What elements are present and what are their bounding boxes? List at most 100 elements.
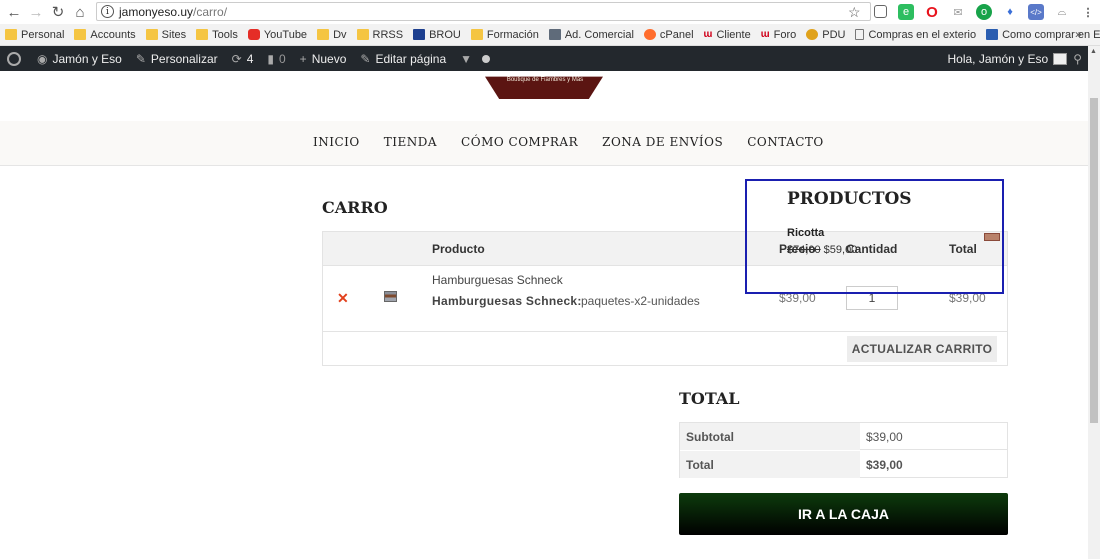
w-icon: ɯ <box>760 29 770 40</box>
reload-icon[interactable]: ↻ <box>47 1 69 23</box>
nav-inicio[interactable]: INICIO <box>313 135 360 149</box>
extension-opera-icon[interactable]: O <box>924 4 940 21</box>
plus-icon: + <box>299 51 307 66</box>
subtotal-label: Subtotal <box>680 423 860 450</box>
status-dot-icon <box>482 54 491 63</box>
nav-zona-envios[interactable]: ZONA DE ENVÍOS <box>602 135 723 149</box>
bookmark-cliente[interactable]: ɯ Cliente <box>704 29 751 41</box>
nav-tienda[interactable]: TIENDA <box>384 135 437 149</box>
total-value: $39,00 <box>866 458 903 472</box>
brou-icon <box>413 29 426 40</box>
extension-cast-icon[interactable] <box>874 5 887 18</box>
browser-menu-icon[interactable]: ⋮ <box>1080 4 1096 20</box>
updates-icon: ⟳ <box>231 51 242 66</box>
extension-mail-icon[interactable]: ✉ <box>950 4 966 20</box>
wp-logo-icon[interactable] <box>7 51 21 66</box>
pencil-icon: ✎ <box>360 51 371 66</box>
address-bar[interactable]: i jamonyeso.uy/carro/ <box>96 2 871 21</box>
nav-como-comprar[interactable]: CÓMO COMPRAR <box>461 135 578 149</box>
bookmark-personal[interactable]: Personal <box>5 29 64 41</box>
bookmark-formacion[interactable]: Formación <box>470 29 539 41</box>
total-label: Total <box>680 451 860 478</box>
bookmark-brou[interactable]: BROU <box>413 29 461 41</box>
url-path: /carro/ <box>193 4 228 19</box>
bookmark-compras[interactable]: Compras en el exterio <box>855 29 976 41</box>
extension-code-icon[interactable]: </> <box>1028 4 1044 20</box>
wp-comments[interactable]: ▮ 0 <box>267 52 285 66</box>
product-thumbnail[interactable] <box>384 291 397 302</box>
brush-icon: ✎ <box>135 51 146 66</box>
app-icon <box>548 29 561 40</box>
extension-tray-icon[interactable]: ⌓ <box>1054 4 1070 20</box>
site-logo[interactable] <box>485 76 603 99</box>
comment-icon: ▮ <box>267 51 274 66</box>
logo-tagline: Boutique de Fiambres y Más <box>506 77 584 83</box>
back-icon[interactable]: ← <box>3 1 25 23</box>
bookmark-youtube[interactable]: YouTube <box>247 29 307 41</box>
folder-icon <box>74 29 87 40</box>
wp-site-name[interactable]: ◉ Jamón y Eso <box>37 52 122 66</box>
widget-new-price: $59,00 <box>823 244 858 256</box>
folder-icon <box>145 29 158 40</box>
wp-customize[interactable]: ✎ Personalizar <box>136 52 218 66</box>
widget-product-name[interactable]: Ricotta <box>787 227 824 239</box>
scroll-up-icon[interactable]: ▲ <box>1090 48 1097 55</box>
product-name-link[interactable]: Hamburguesas Schneck <box>432 273 563 287</box>
bookmark-dv[interactable]: Dv <box>317 29 347 41</box>
remove-item-icon[interactable]: ✕ <box>337 290 349 307</box>
bookmarks-bar: Personal Accounts Sites Tools YouTube Dv… <box>0 24 1100 46</box>
products-widget: PRODUCTOS Ricotta $74,00 $59,00 <box>745 179 1004 294</box>
pdu-icon <box>806 29 819 40</box>
widget-product-price: $74,00 $59,00 <box>787 244 857 256</box>
scrollbar-thumb[interactable] <box>1090 98 1098 423</box>
variation-label: Hamburguesas Schneck: <box>432 294 582 308</box>
bookmark-sites[interactable]: Sites <box>145 29 186 41</box>
row-divider <box>323 331 1007 332</box>
widget-title: PRODUCTOS <box>787 189 912 209</box>
extension-green-icon[interactable]: o <box>976 4 992 20</box>
search-icon[interactable]: ⚲ <box>1073 52 1082 66</box>
w-icon: ɯ <box>703 29 713 40</box>
forward-icon[interactable]: → <box>25 1 47 23</box>
star-icon[interactable]: ☆ <box>848 4 861 21</box>
subtotal-value: $39,00 <box>866 430 903 444</box>
site-header: Boutique de Fiambres y Más <box>0 71 1088 166</box>
bookmark-tools[interactable]: Tools <box>196 29 238 41</box>
nav-contacto[interactable]: CONTACTO <box>747 135 824 149</box>
bookmark-foro[interactable]: ɯ Foro <box>761 29 797 41</box>
avatar <box>1053 52 1068 65</box>
totals-table: Subtotal $39,00 Total $39,00 <box>679 422 1008 478</box>
bookmark-como-comprar[interactable]: Como comprar en Eb <box>986 29 1100 41</box>
wp-admin-bar: ◉ Jamón y Eso ✎ Personalizar ⟳ 4 ▮ 0 + Nuevo … <box>0 46 1088 71</box>
wp-new[interactable]: + Nuevo <box>300 52 347 66</box>
info-icon[interactable]: i <box>101 5 114 18</box>
bookmark-pdu[interactable]: PDU <box>806 29 845 41</box>
update-cart-button[interactable]: ACTUALIZAR CARRITO <box>847 336 997 362</box>
youtube-icon <box>247 29 260 40</box>
page-title: CARRO <box>322 198 388 217</box>
folder-icon <box>470 29 483 40</box>
page-icon <box>855 29 865 40</box>
bookmarks-more-icon[interactable]: » <box>1075 27 1082 41</box>
extension-bell-icon[interactable]: ♦ <box>1002 4 1018 20</box>
variation-value: paquetes-x2-unidades <box>581 294 700 308</box>
bookmark-cpanel[interactable]: cPanel <box>643 29 694 41</box>
yoast-icon[interactable]: ▼ <box>460 52 472 66</box>
bookmark-ad-comercial[interactable]: Ad. Comercial <box>548 29 634 41</box>
extension-evernote-icon[interactable]: e <box>898 4 914 20</box>
bookmark-accounts[interactable]: Accounts <box>74 29 136 41</box>
checkout-button[interactable]: IR A LA CAJA <box>679 493 1008 535</box>
wp-updates[interactable]: ⟳ 4 <box>232 52 254 66</box>
home-icon[interactable]: ⌂ <box>69 1 91 23</box>
wp-edit-page[interactable]: ✎ Editar página <box>360 52 446 66</box>
dashboard-icon: ◉ <box>37 51 48 66</box>
widget-product-thumbnail[interactable] <box>984 233 1000 241</box>
folder-icon <box>356 29 369 40</box>
bookmark-rrss[interactable]: RRSS <box>356 29 403 41</box>
total-row: Total $39,00 <box>680 451 1007 478</box>
widget-old-price: $74,00 <box>787 244 821 256</box>
folder-icon <box>317 29 330 40</box>
totals-title: TOTAL <box>679 389 740 408</box>
page-scrollbar[interactable]: ▲ <box>1088 46 1100 559</box>
wp-account[interactable]: Hola, Jamón y Eso <box>947 52 1068 66</box>
